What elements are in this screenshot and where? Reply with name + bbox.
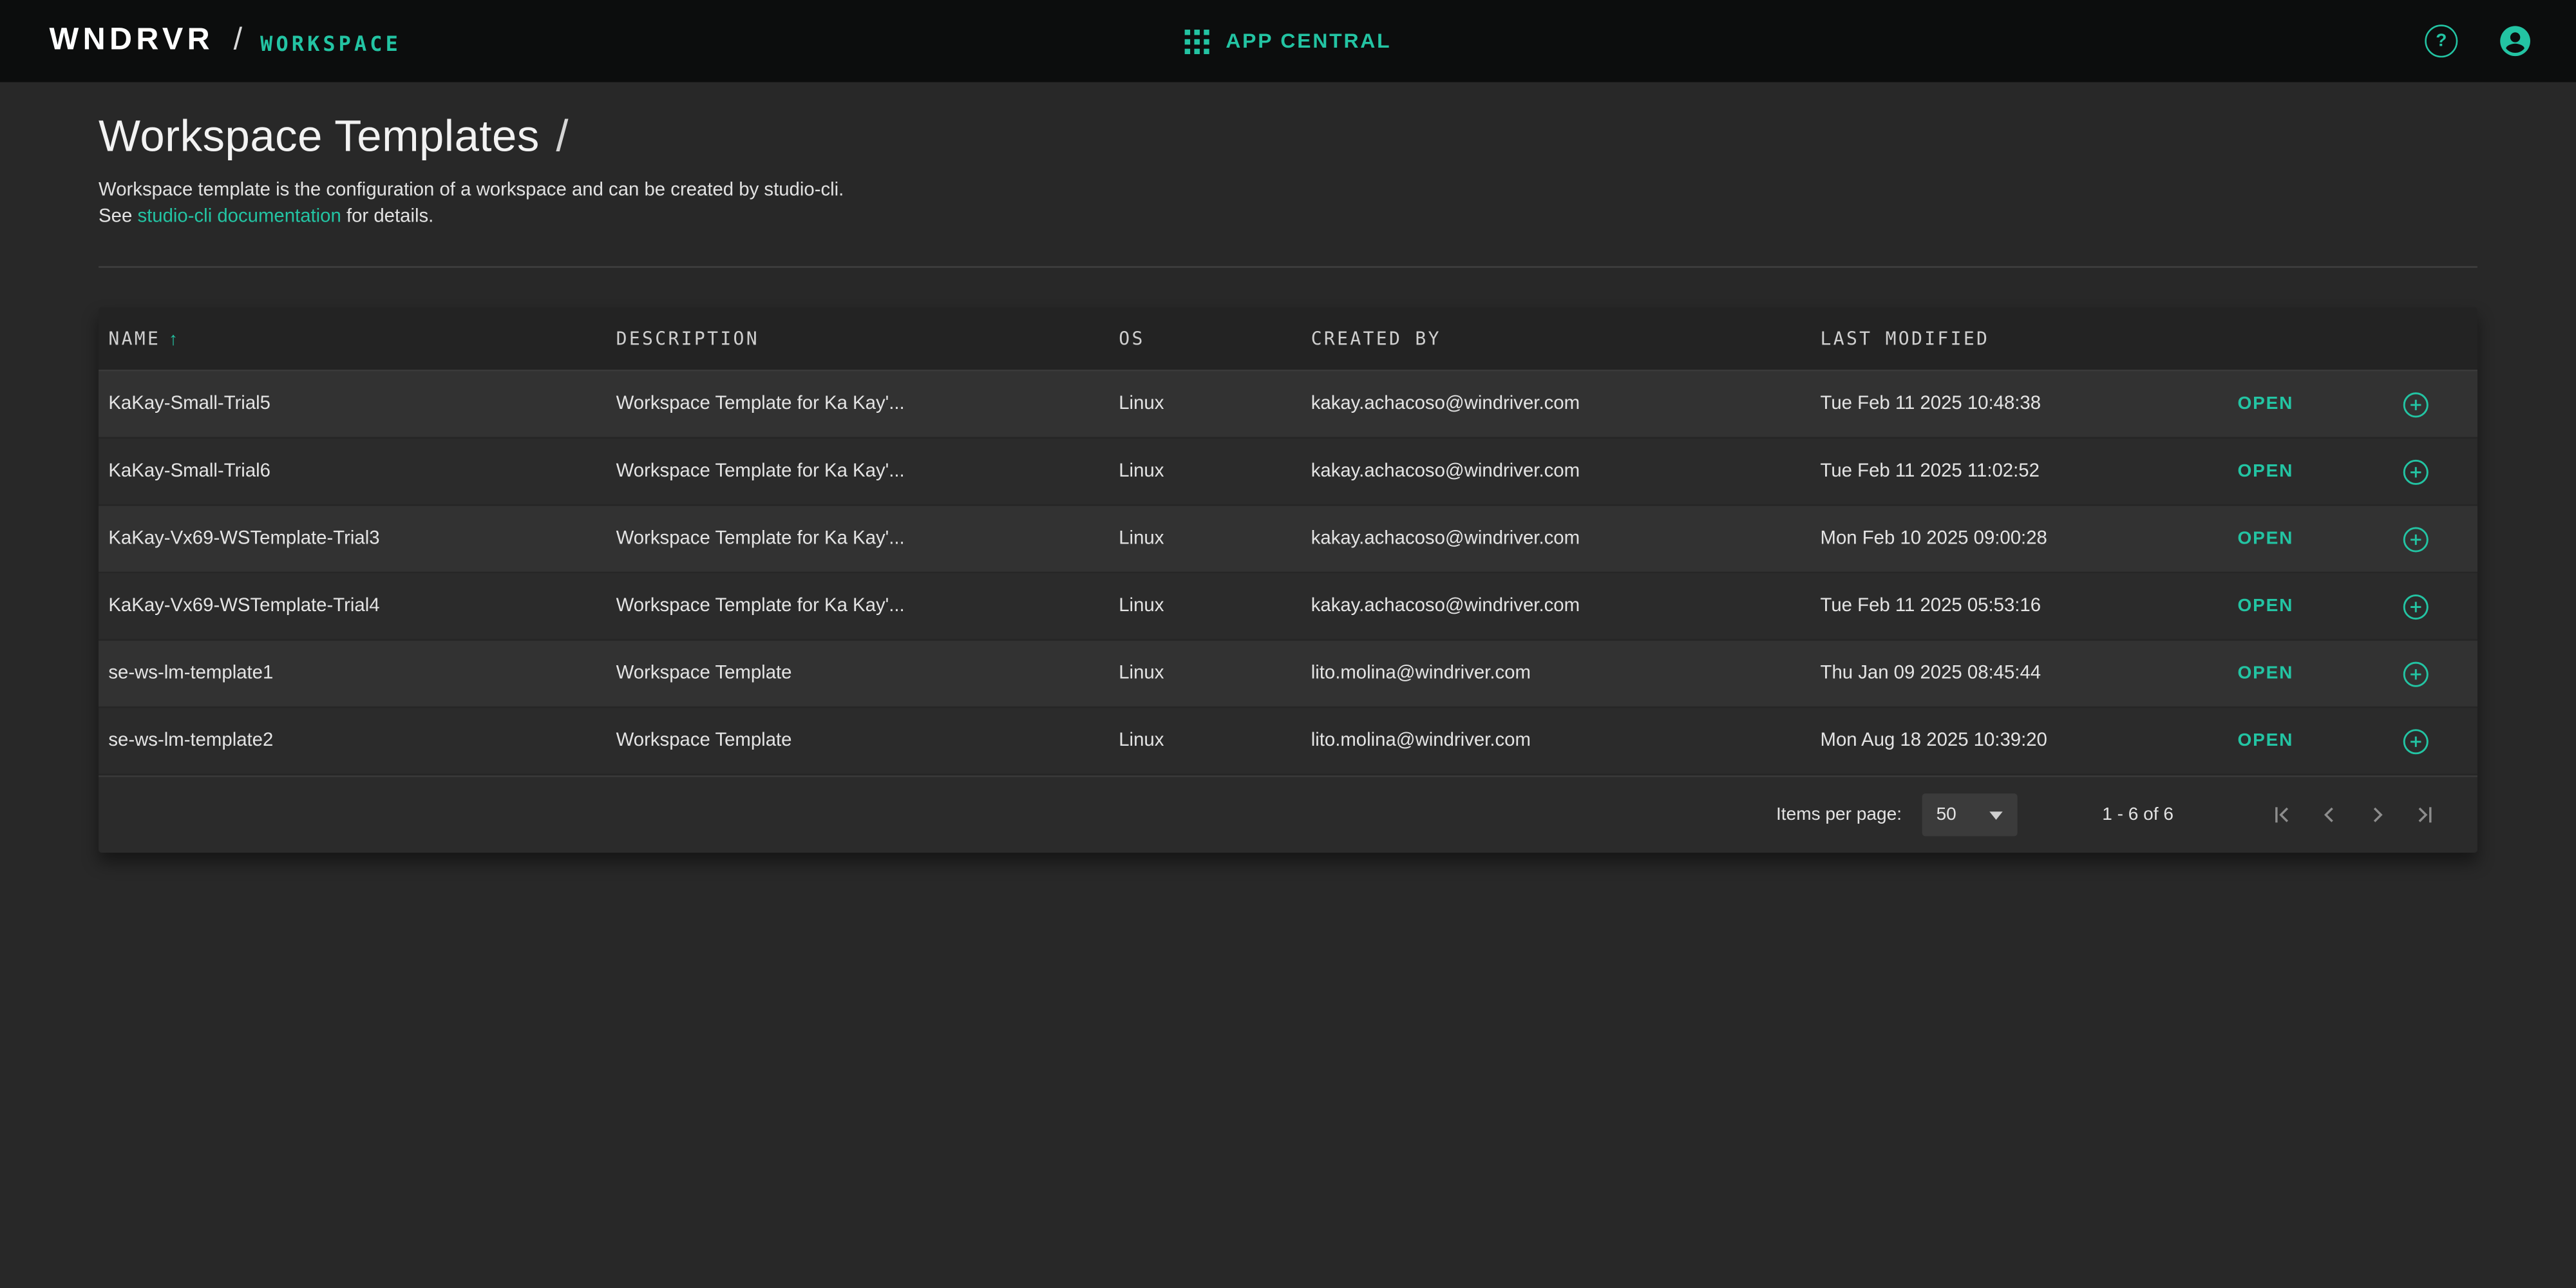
table-row: KaKay-Vx69-WSTemplate-Trial3 Workspace T… <box>99 506 2477 574</box>
column-header-last-modified[interactable]: LAST MODIFIED <box>1821 328 2235 349</box>
last-page-button[interactable] <box>2412 802 2438 828</box>
table-row: KaKay-Vx69-WSTemplate-Trial4 Workspace T… <box>99 573 2477 641</box>
previous-page-button[interactable] <box>2316 802 2343 828</box>
column-header-description[interactable]: DESCRIPTION <box>616 328 1119 349</box>
help-icon[interactable]: ? <box>2425 24 2458 57</box>
open-button[interactable]: OPEN <box>2238 394 2353 414</box>
table-body: KaKay-Small-Trial5 Workspace Template fo… <box>99 372 2477 776</box>
topbar-actions: ? <box>2425 23 2533 59</box>
page-title: Workspace Templates / <box>99 111 2477 161</box>
cell-name: KaKay-Vx69-WSTemplate-Trial4 <box>108 596 616 616</box>
cell-created-by: lito.molina@windriver.com <box>1311 731 1821 751</box>
add-icon[interactable] <box>2401 727 2429 755</box>
add-icon[interactable] <box>2401 390 2429 418</box>
open-button[interactable]: OPEN <box>2238 596 2353 616</box>
column-header-os[interactable]: OS <box>1119 328 1311 349</box>
cell-last-modified: Thu Jan 09 2025 08:45:44 <box>1821 664 2235 684</box>
cell-created-by: kakay.achacoso@windriver.com <box>1311 529 1821 549</box>
app-central-link[interactable]: APP CENTRAL <box>1185 29 1392 53</box>
cell-description: Workspace Template <box>616 731 1119 751</box>
cell-name: se-ws-lm-template1 <box>108 664 616 684</box>
column-header-created-by[interactable]: CREATED BY <box>1311 328 1821 349</box>
pagination-range: 1 - 6 of 6 <box>2102 805 2174 825</box>
cell-os: Linux <box>1119 731 1311 751</box>
cell-last-modified: Mon Aug 18 2025 10:39:20 <box>1821 731 2235 751</box>
cell-created-by: kakay.achacoso@windriver.com <box>1311 394 1821 414</box>
pagination-controls <box>2269 802 2438 828</box>
table-row: se-ws-lm-template1 Workspace Template Li… <box>99 641 2477 708</box>
page-title-text: Workspace Templates <box>99 111 540 161</box>
templates-table: NAME ↑ DESCRIPTION OS CREATED BY LAST MOD… <box>99 307 2477 853</box>
description-suffix: for details. <box>341 207 433 227</box>
cell-last-modified: Tue Feb 11 2025 05:53:16 <box>1821 596 2235 616</box>
add-icon[interactable] <box>2401 457 2429 485</box>
page-description-line1: Workspace template is the configuration … <box>99 178 2477 204</box>
sort-ascending-icon[interactable]: ↑ <box>169 329 180 349</box>
section-divider <box>99 266 2477 268</box>
account-icon[interactable] <box>2497 23 2533 59</box>
top-navigation-bar: WNDRVR / WORKSPACE APP CENTRAL ? <box>0 0 2576 82</box>
page-title-slash: / <box>556 111 569 161</box>
cell-last-modified: Tue Feb 11 2025 11:02:52 <box>1821 462 2235 482</box>
open-button[interactable]: OPEN <box>2238 664 2353 684</box>
add-icon[interactable] <box>2401 592 2429 620</box>
cell-name: KaKay-Small-Trial5 <box>108 394 616 414</box>
cell-last-modified: Tue Feb 11 2025 10:48:38 <box>1821 394 2235 414</box>
cell-description: Workspace Template for Ka Kay'... <box>616 596 1119 616</box>
cell-created-by: kakay.achacoso@windriver.com <box>1311 596 1821 616</box>
open-button[interactable]: OPEN <box>2238 731 2353 751</box>
column-header-name[interactable]: NAME ↑ <box>108 328 616 349</box>
cell-description: Workspace Template for Ka Kay'... <box>616 462 1119 482</box>
cell-os: Linux <box>1119 394 1311 414</box>
next-page-button[interactable] <box>2364 802 2391 828</box>
table-row: KaKay-Small-Trial6 Workspace Template fo… <box>99 439 2477 506</box>
cell-name: KaKay-Small-Trial6 <box>108 462 616 482</box>
cell-last-modified: Mon Feb 10 2025 09:00:28 <box>1821 529 2235 549</box>
table-footer: Items per page: 50 1 - 6 of 6 <box>99 775 2477 853</box>
add-icon[interactable] <box>2401 525 2429 553</box>
first-page-button[interactable] <box>2269 802 2295 828</box>
cell-description: Workspace Template for Ka Kay'... <box>616 394 1119 414</box>
table-header-row: NAME ↑ DESCRIPTION OS CREATED BY LAST MOD… <box>99 307 2477 371</box>
items-per-page-label: Items per page: <box>1776 805 1902 825</box>
cell-description: Workspace Template <box>616 664 1119 684</box>
cell-created-by: lito.molina@windriver.com <box>1311 664 1821 684</box>
main-content: Workspace Templates / Workspace template … <box>0 111 2576 853</box>
column-header-name-label: NAME <box>108 328 160 349</box>
cell-os: Linux <box>1119 664 1311 684</box>
cell-os: Linux <box>1119 596 1311 616</box>
table-row: KaKay-Small-Trial5 Workspace Template fo… <box>99 372 2477 439</box>
page-description-line2: See studio-cli documentation for details… <box>99 204 2477 230</box>
app-grid-icon <box>1185 29 1209 53</box>
page-size-select[interactable]: 50 <box>1922 793 2017 836</box>
open-button[interactable]: OPEN <box>2238 462 2353 482</box>
cell-os: Linux <box>1119 529 1311 549</box>
help-glyph: ? <box>2436 32 2447 50</box>
add-icon[interactable] <box>2401 659 2429 687</box>
wndrvr-logo[interactable]: WNDRVR <box>50 23 214 59</box>
cell-created-by: kakay.achacoso@windriver.com <box>1311 462 1821 482</box>
app-root: WNDRVR / WORKSPACE APP CENTRAL ? <box>0 0 2576 1288</box>
page-size-value: 50 <box>1937 805 1956 825</box>
description-prefix: See <box>99 207 137 227</box>
cell-os: Linux <box>1119 462 1311 482</box>
app-central-label: APP CENTRAL <box>1226 30 1391 53</box>
cell-name: KaKay-Vx69-WSTemplate-Trial3 <box>108 529 616 549</box>
product-name-workspace: WORKSPACE <box>260 27 401 55</box>
logo-slash: / <box>234 23 242 59</box>
cell-name: se-ws-lm-template2 <box>108 731 616 751</box>
open-button[interactable]: OPEN <box>2238 529 2353 549</box>
cell-description: Workspace Template for Ka Kay'... <box>616 529 1119 549</box>
chevron-down-icon <box>1989 811 2002 819</box>
studio-cli-documentation-link[interactable]: studio-cli documentation <box>137 207 341 227</box>
table-row: se-ws-lm-template2 Workspace Template Li… <box>99 708 2477 775</box>
